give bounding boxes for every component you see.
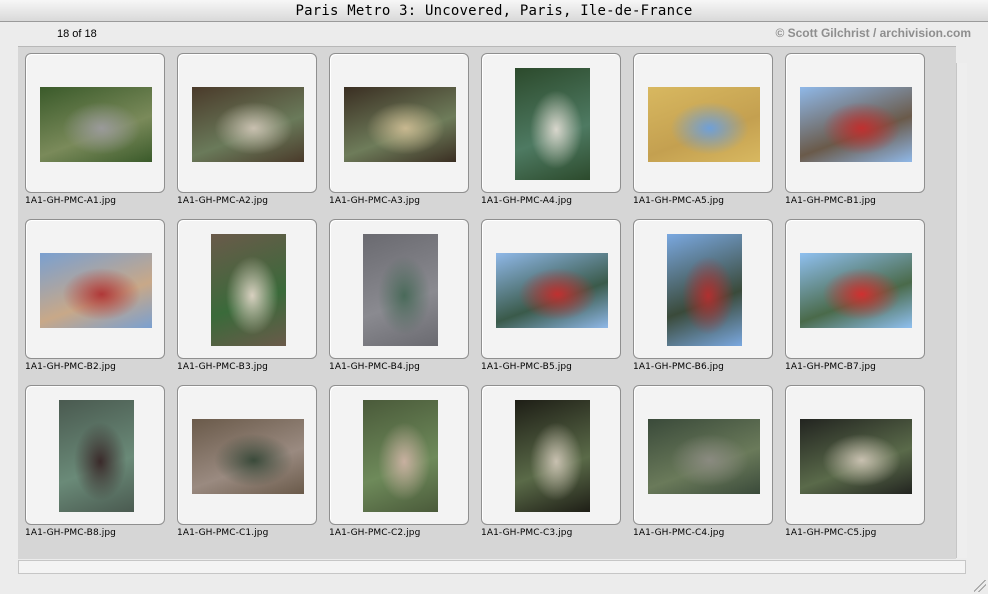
copyright-notice: © Scott Gilchrist / archivision.com — [775, 26, 971, 40]
thumbnail-filename: 1A1-GH-PMC-B5.jpg — [481, 362, 572, 372]
thumbnail-item[interactable]: 1A1-GH-PMC-B4.jpg — [329, 219, 469, 379]
thumbnail-filename: 1A1-GH-PMC-A2.jpg — [177, 196, 269, 206]
thumbnail-image[interactable] — [211, 234, 286, 346]
thumbnail-item[interactable]: 1A1-GH-PMC-A1.jpg — [25, 53, 165, 213]
thumbnail-item[interactable]: 1A1-GH-PMC-C5.jpg — [785, 385, 925, 545]
thumbnail-image[interactable] — [363, 400, 438, 512]
thumbnail-filename: 1A1-GH-PMC-C3.jpg — [481, 528, 573, 538]
thumbnail-image[interactable] — [515, 400, 590, 512]
thumbnail-frame[interactable] — [633, 53, 773, 193]
thumbnail-frame[interactable] — [329, 385, 469, 525]
thumbnail-frame[interactable] — [633, 385, 773, 525]
thumbnail-filename: 1A1-GH-PMC-A5.jpg — [633, 196, 725, 206]
thumbnail-item[interactable]: 1A1-GH-PMC-A5.jpg — [633, 53, 773, 213]
thumbnail-frame[interactable] — [25, 219, 165, 359]
thumbnail-filename: 1A1-GH-PMC-B1.jpg — [785, 196, 876, 206]
thumbnail-image[interactable] — [59, 400, 134, 512]
thumbnail-item[interactable]: 1A1-GH-PMC-B6.jpg — [633, 219, 773, 379]
thumbnail-grid: 1A1-GH-PMC-A1.jpg 1A1-GH-PMC-A2.jpg 1A1-GH… — [25, 53, 935, 553]
thumbnail-filename: 1A1-GH-PMC-C4.jpg — [633, 528, 725, 538]
info-bar: 18 of 18 © Scott Gilchrist / archivision… — [0, 22, 988, 46]
window-title: Paris Metro 3: Uncovered, Paris, Ile-de-… — [295, 3, 693, 19]
thumbnail-filename: 1A1-GH-PMC-A3.jpg — [329, 196, 421, 206]
thumbnail-item[interactable]: 1A1-GH-PMC-C1.jpg — [177, 385, 317, 545]
thumbnail-item[interactable]: 1A1-GH-PMC-C3.jpg — [481, 385, 621, 545]
thumbnail-image[interactable] — [40, 87, 152, 162]
thumbnail-filename: 1A1-GH-PMC-C5.jpg — [785, 528, 877, 538]
thumbnail-image[interactable] — [363, 234, 438, 346]
thumbnail-frame[interactable] — [633, 219, 773, 359]
thumbnail-frame[interactable] — [785, 53, 925, 193]
thumbnail-frame[interactable] — [25, 385, 165, 525]
window-titlebar[interactable]: Paris Metro 3: Uncovered, Paris, Ile-de-… — [0, 0, 988, 22]
thumbnail-item[interactable]: 1A1-GH-PMC-A4.jpg — [481, 53, 621, 213]
thumbnail-filename: 1A1-GH-PMC-B7.jpg — [785, 362, 876, 372]
thumbnail-frame[interactable] — [329, 53, 469, 193]
thumbnail-item[interactable]: 1A1-GH-PMC-A3.jpg — [329, 53, 469, 213]
thumbnail-filename: 1A1-GH-PMC-A1.jpg — [25, 196, 117, 206]
thumbnail-image[interactable] — [800, 419, 912, 494]
thumbnail-filename: 1A1-GH-PMC-C1.jpg — [177, 528, 269, 538]
thumbnail-frame[interactable] — [785, 219, 925, 359]
thumbnail-image[interactable] — [648, 419, 760, 494]
thumbnail-frame[interactable] — [481, 219, 621, 359]
thumbnail-item[interactable]: 1A1-GH-PMC-B5.jpg — [481, 219, 621, 379]
thumbnail-item[interactable]: 1A1-GH-PMC-B8.jpg — [25, 385, 165, 545]
thumbnail-frame[interactable] — [481, 385, 621, 525]
thumbnail-filename: 1A1-GH-PMC-B4.jpg — [329, 362, 420, 372]
thumbnail-item[interactable]: 1A1-GH-PMC-B2.jpg — [25, 219, 165, 379]
thumbnail-item[interactable]: 1A1-GH-PMC-B1.jpg — [785, 53, 925, 213]
horizontal-scrollbar[interactable] — [18, 560, 966, 574]
thumbnail-frame[interactable] — [481, 53, 621, 193]
thumbnail-filename: 1A1-GH-PMC-B6.jpg — [633, 362, 724, 372]
thumbnail-filename: 1A1-GH-PMC-A4.jpg — [481, 196, 573, 206]
thumbnail-item[interactable]: 1A1-GH-PMC-C2.jpg — [329, 385, 469, 545]
thumbnail-filename: 1A1-GH-PMC-C2.jpg — [329, 528, 421, 538]
thumbnail-item[interactable]: 1A1-GH-PMC-A2.jpg — [177, 53, 317, 213]
thumbnail-image[interactable] — [40, 253, 152, 328]
thumbnail-image[interactable] — [800, 87, 912, 162]
thumbnail-image[interactable] — [800, 253, 912, 328]
thumbnail-item[interactable]: 1A1-GH-PMC-B7.jpg — [785, 219, 925, 379]
thumbnail-frame[interactable] — [329, 219, 469, 359]
thumbnail-filename: 1A1-GH-PMC-B2.jpg — [25, 362, 116, 372]
thumbnail-filename: 1A1-GH-PMC-B8.jpg — [25, 528, 116, 538]
thumbnail-image[interactable] — [648, 87, 760, 162]
resize-grip-icon[interactable] — [974, 580, 986, 592]
thumbnail-item[interactable]: 1A1-GH-PMC-C4.jpg — [633, 385, 773, 545]
vertical-scrollbar[interactable] — [956, 63, 967, 558]
page-count: 18 of 18 — [57, 28, 97, 40]
thumbnail-frame[interactable] — [25, 53, 165, 193]
thumbnail-image[interactable] — [192, 419, 304, 494]
thumbnail-frame[interactable] — [785, 385, 925, 525]
thumbnail-image[interactable] — [192, 87, 304, 162]
thumbnail-filename: 1A1-GH-PMC-B3.jpg — [177, 362, 268, 372]
thumbnail-image[interactable] — [496, 253, 608, 328]
thumbnail-frame[interactable] — [177, 53, 317, 193]
thumbnail-frame[interactable] — [177, 219, 317, 359]
thumbnail-image[interactable] — [344, 87, 456, 162]
thumbnail-frame[interactable] — [177, 385, 317, 525]
thumbnail-image[interactable] — [515, 68, 590, 180]
thumbnail-image[interactable] — [667, 234, 742, 346]
thumbnail-item[interactable]: 1A1-GH-PMC-B3.jpg — [177, 219, 317, 379]
